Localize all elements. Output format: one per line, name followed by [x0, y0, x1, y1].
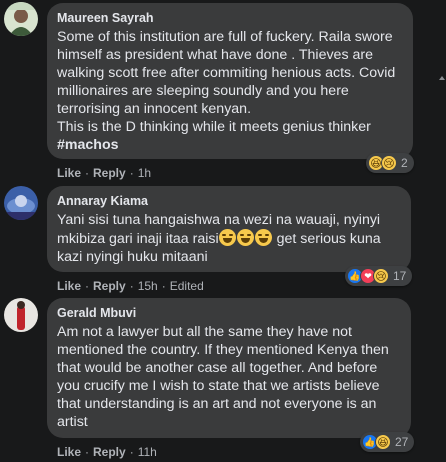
sad-icon: 😢	[373, 268, 389, 284]
comment-actions: Like · Reply · 15h · Edited	[57, 279, 204, 293]
hashtag-link[interactable]: #machos	[57, 137, 119, 153]
comment-body: Some of this institution are full of fuc…	[57, 29, 396, 135]
sad-icon: 😢	[381, 155, 397, 171]
reaction-summary[interactable]: 👍 ❤ 😢 17	[345, 266, 413, 286]
reaction-count: 27	[395, 435, 409, 449]
comment-text: Some of this institution are full of fuc…	[57, 28, 401, 154]
reply-button[interactable]: Reply	[93, 279, 126, 293]
reaction-count: 17	[393, 269, 407, 283]
timestamp[interactable]: 1h	[138, 166, 151, 180]
like-button[interactable]: Like	[57, 279, 81, 293]
like-button[interactable]: Like	[57, 166, 81, 180]
separator-dot: ·	[85, 445, 90, 459]
separator-dot: ·	[161, 279, 166, 293]
laughing-emoji-icon	[237, 229, 255, 246]
separator-dot: ·	[129, 279, 134, 293]
laughing-emoji-icon	[255, 229, 273, 246]
avatar[interactable]	[4, 2, 38, 36]
comment-text: Yani sisi tuna hangaishwa na wezi na wau…	[57, 211, 399, 266]
comment-bubble: Gerald Mbuvi Am not a lawyer but all the…	[47, 298, 411, 438]
comment-text: Am not a lawyer but all the same they ha…	[57, 324, 389, 430]
avatar[interactable]	[4, 186, 38, 220]
separator-dot: ·	[85, 279, 90, 293]
haha-icon: 😆	[375, 434, 391, 450]
separator-dot: ·	[85, 166, 90, 180]
reaction-count: 2	[401, 156, 408, 170]
edited-label[interactable]: Edited	[170, 279, 204, 293]
comment-actions: Like · Reply · 1h	[57, 166, 151, 180]
timestamp[interactable]: 11h	[138, 445, 157, 459]
avatar[interactable]	[4, 298, 38, 332]
reaction-summary[interactable]: 👍 😆 27	[360, 432, 415, 452]
comment-bubble: Maureen Sayrah Some of this institution …	[47, 3, 413, 159]
separator-dot: ·	[129, 445, 134, 459]
reaction-summary[interactable]: 😆 😢 2	[366, 153, 414, 173]
comment-author[interactable]: Gerald Mbuvi	[57, 306, 399, 320]
scroll-up-arrow-icon[interactable]	[439, 76, 445, 80]
separator-dot: ·	[129, 166, 134, 180]
reply-button[interactable]: Reply	[93, 166, 126, 180]
comment-bubble: Annaray Kiama Yani sisi tuna hangaishwa …	[47, 186, 411, 272]
comment-author[interactable]: Maureen Sayrah	[57, 11, 401, 25]
timestamp[interactable]: 15h	[138, 279, 158, 293]
laughing-emoji-icon	[219, 229, 237, 246]
comment-actions: Like · Reply · 11h	[57, 445, 157, 459]
comment-author[interactable]: Annaray Kiama	[57, 194, 399, 208]
like-button[interactable]: Like	[57, 445, 81, 459]
reply-button[interactable]: Reply	[93, 445, 126, 459]
scrollbar[interactable]	[438, 0, 446, 462]
